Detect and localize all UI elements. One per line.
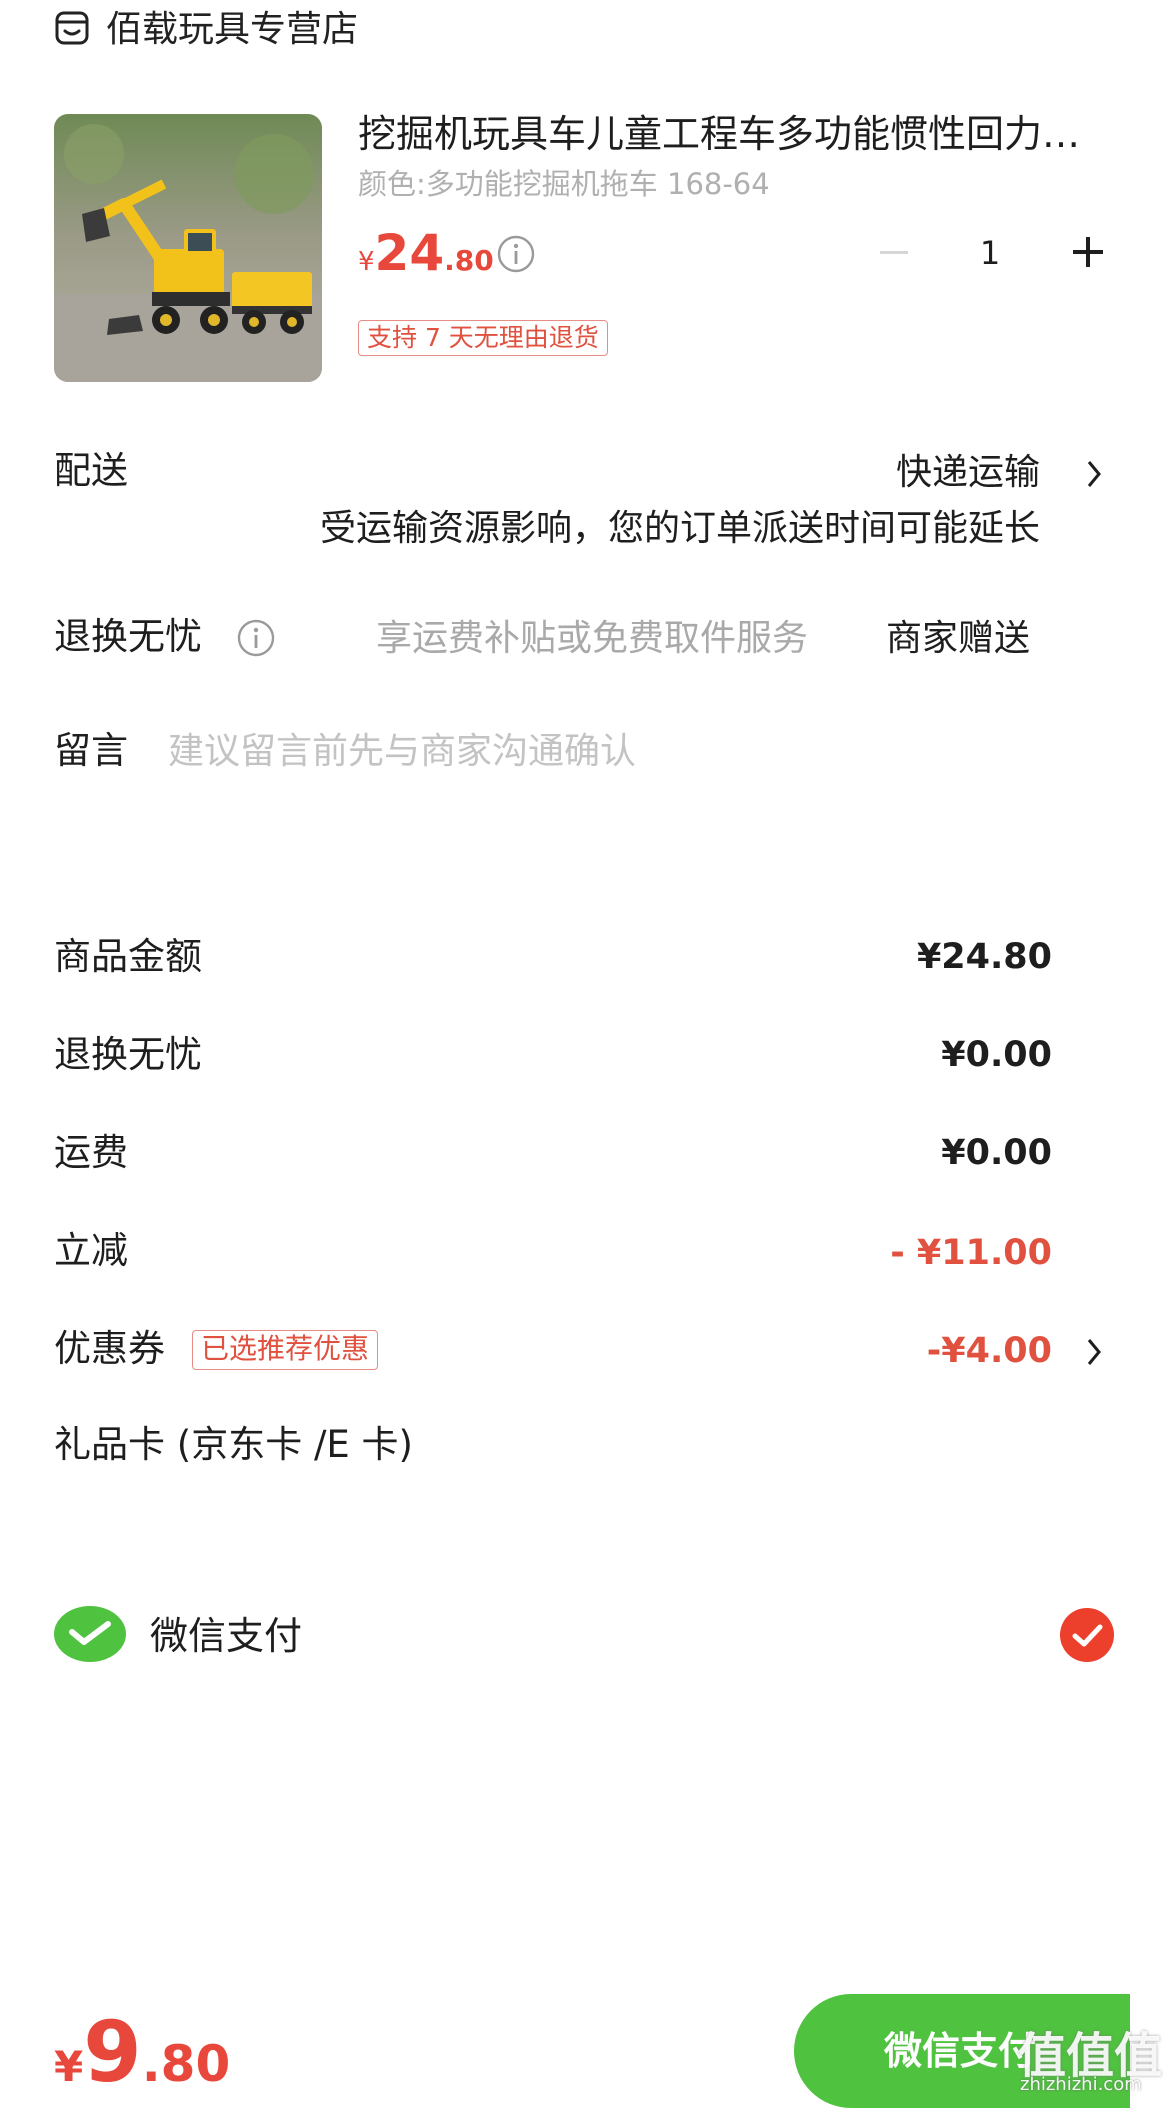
delivery-notice: 受运输资源影响，您的订单派送时间可能延长 xyxy=(319,508,1040,549)
total-decimal: .80 xyxy=(141,2035,231,2093)
wechat-pay-label[interactable]: 微信支付 xyxy=(150,1610,302,1662)
product-thumbnail[interactable] xyxy=(54,114,322,382)
return-policy-tag: 支持 7 天无理由退货 xyxy=(358,320,608,356)
increase-quantity-button[interactable] xyxy=(1066,230,1110,274)
worry-free-fee-value: ¥0.00 xyxy=(941,1035,1052,1075)
delivery-method[interactable]: 快递运输 xyxy=(896,448,1040,498)
delivery-label: 配送 xyxy=(54,449,128,492)
coupon-value[interactable]: -¥4.00 xyxy=(927,1326,1052,1376)
total-price: ¥9.80 xyxy=(54,2004,230,2100)
site-watermark-url: zhizhizhi.com xyxy=(1020,2074,1142,2095)
price-integer: 24 xyxy=(374,224,445,282)
quantity-value[interactable]: 1 xyxy=(960,232,1020,274)
gift-card-label[interactable]: 礼品卡 (京东卡 /E 卡) xyxy=(54,1420,413,1470)
instant-discount-value: - ¥11.00 xyxy=(890,1233,1052,1273)
worry-free-hint: 享运费补贴或免费取件服务 xyxy=(376,618,809,659)
total-currency: ¥ xyxy=(54,2042,84,2091)
coupon-chevron-icon[interactable] xyxy=(1084,1334,1106,1370)
product-spec[interactable]: 颜色:多功能挖掘机拖车 168-64 xyxy=(358,164,770,204)
goods-amount-value: ¥24.80 xyxy=(916,937,1052,977)
message-label: 留言 xyxy=(54,729,128,772)
goods-amount-label: 商品金额 xyxy=(54,935,202,978)
selected-check-icon[interactable] xyxy=(1060,1608,1114,1662)
product-price: ¥24.80 xyxy=(358,224,494,282)
chevron-right-icon[interactable] xyxy=(1084,456,1106,492)
shipping-value: ¥0.00 xyxy=(941,1133,1052,1173)
instant-discount-label: 立减 xyxy=(54,1229,128,1272)
price-info-icon[interactable] xyxy=(496,234,536,274)
decrease-quantity-button[interactable] xyxy=(872,230,916,274)
shipping-label: 运费 xyxy=(54,1131,128,1174)
excavator-toy-image xyxy=(54,114,322,382)
message-input[interactable] xyxy=(168,722,1068,780)
coupon-label[interactable]: 优惠券 xyxy=(54,1324,165,1374)
worry-free-fee-label: 退换无忧 xyxy=(54,1033,202,1076)
price-currency: ¥ xyxy=(358,247,375,277)
coupon-recommended-tag[interactable]: 已选推荐优惠 xyxy=(192,1330,379,1370)
worry-free-value[interactable]: 商家赠送 xyxy=(886,614,1030,664)
wechat-pay-icon xyxy=(54,1606,126,1662)
store-name[interactable]: 佰载玩具专营店 xyxy=(106,6,358,54)
worry-free-info-icon[interactable] xyxy=(236,618,276,658)
product-title[interactable]: 挖掘机玩具车儿童工程车多功能惯性回力… xyxy=(358,108,1118,160)
price-decimal: .80 xyxy=(444,244,494,277)
total-integer: 9 xyxy=(83,2003,142,2101)
worry-free-label: 退换无忧 xyxy=(54,615,202,658)
store-icon xyxy=(55,11,89,45)
